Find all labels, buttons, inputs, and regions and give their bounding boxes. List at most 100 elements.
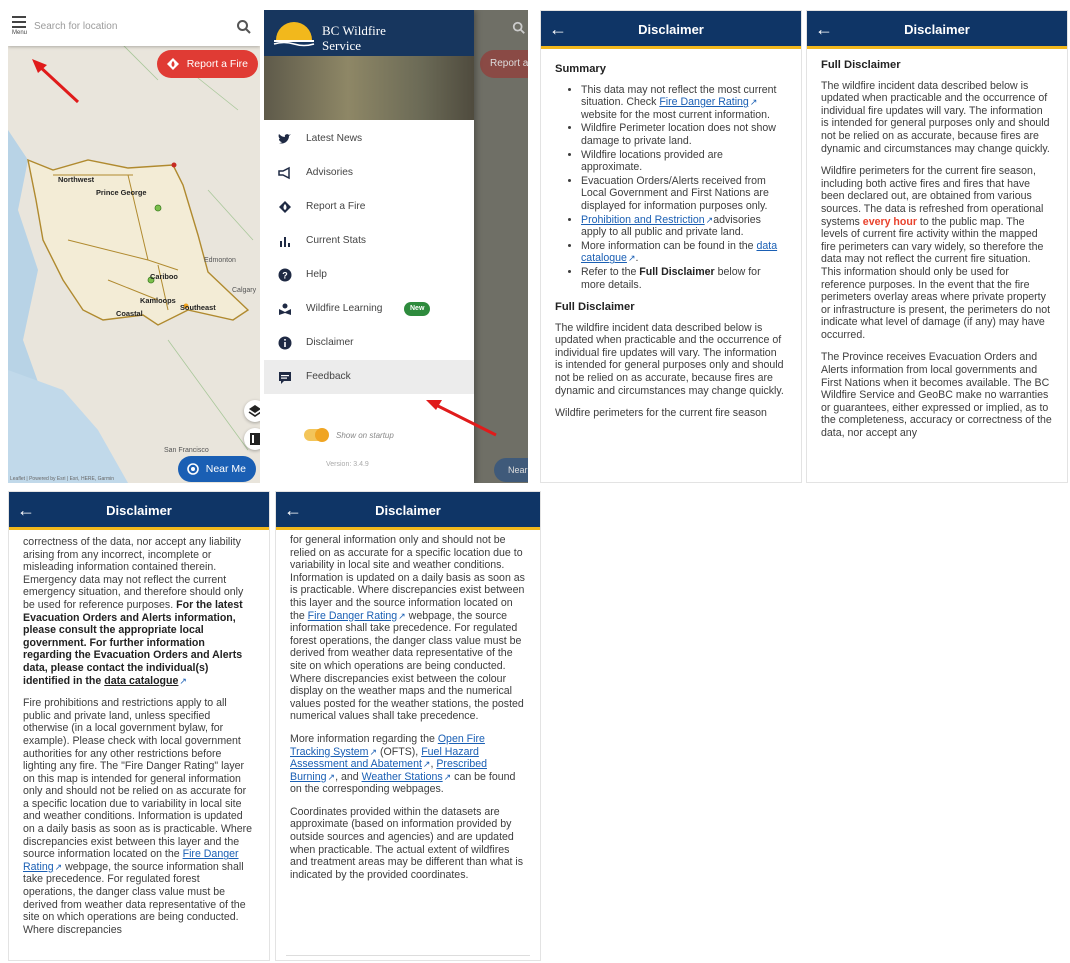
toggle-knob bbox=[315, 428, 329, 442]
external-link-icon: ↗ bbox=[327, 771, 336, 782]
data-catalogue-link[interactable]: data catalogue bbox=[104, 675, 178, 687]
text: Refer to the bbox=[581, 265, 640, 278]
map-view[interactable]: Northwest Prince George Cariboo Kamloops… bbox=[8, 10, 260, 483]
map-label: Cariboo bbox=[150, 272, 178, 281]
text: , and bbox=[335, 770, 362, 783]
near-me-label: Near Me bbox=[205, 463, 246, 475]
menu-icon bbox=[12, 16, 26, 18]
drawer-item-label: Latest News bbox=[306, 133, 363, 144]
drawer-item-feedback[interactable]: Feedback bbox=[264, 360, 474, 394]
paragraph: The Province receives Evacuation Orders … bbox=[821, 351, 1052, 440]
version-label: Version: 3.4.9 bbox=[326, 461, 369, 468]
drawer-item-wildfire-learning[interactable]: Wildfire Learning New bbox=[264, 292, 474, 326]
layers-button[interactable] bbox=[244, 400, 260, 422]
paragraph: Wildfire perimeters for the current fire… bbox=[821, 165, 1053, 341]
report-fire-button[interactable]: Report a Fire bbox=[156, 50, 258, 78]
drawer-item-report-fire[interactable]: Report a Fire bbox=[264, 190, 474, 224]
drawer-item-label: Report a Fire bbox=[306, 201, 366, 212]
map-canvas bbox=[8, 10, 260, 483]
text: webpage, the source information shall ta… bbox=[290, 609, 524, 723]
fire-danger-rating-link[interactable]: Fire Danger Rating bbox=[308, 610, 398, 622]
text: Full Disclaimer bbox=[639, 265, 715, 278]
list-item: Evacuation Orders/Alerts received from L… bbox=[581, 175, 787, 213]
search-icon[interactable] bbox=[236, 19, 252, 35]
near-me-button-dimmed: Near Me bbox=[494, 458, 528, 482]
menu-icon-line bbox=[12, 26, 26, 28]
near-me-button[interactable]: Near Me bbox=[177, 456, 256, 482]
summary-list: This data may not reflect the most curre… bbox=[555, 84, 787, 292]
list-item: This data may not reflect the most curre… bbox=[581, 84, 787, 122]
drawer-item-latest-news[interactable]: Latest News bbox=[264, 122, 474, 156]
paragraph: Fire prohibitions and restrictions apply… bbox=[23, 697, 255, 936]
paragraph: for general information only and should … bbox=[290, 534, 526, 723]
learning-icon bbox=[279, 303, 291, 315]
megaphone-icon bbox=[278, 166, 290, 180]
text: (OFTS), bbox=[377, 745, 422, 758]
external-link-icon: ↗ bbox=[369, 746, 378, 757]
map-label: Edmonton bbox=[204, 257, 236, 264]
external-link-icon: ↗ bbox=[398, 610, 406, 621]
map-label: San Francisco bbox=[164, 447, 209, 454]
app-header: ← Disclaimer bbox=[276, 492, 540, 530]
menu-button[interactable]: Menu bbox=[12, 16, 27, 36]
list-item: Wildfire locations provided are approxim… bbox=[581, 149, 787, 174]
paragraph: correctness of the data, nor accept any … bbox=[23, 536, 255, 687]
disclaimer-screen-2: ← Disclaimer Full Disclaimer The wildfir… bbox=[806, 10, 1068, 483]
text: website for the most current information… bbox=[581, 108, 771, 121]
page-title: Disclaimer bbox=[106, 503, 172, 518]
map-label: Northwest bbox=[58, 175, 95, 184]
section-heading: Full Disclaimer bbox=[821, 59, 901, 71]
paragraph: The wildfire incident data described bel… bbox=[821, 79, 1050, 155]
drawer-item-label: Advisories bbox=[306, 167, 353, 178]
list-item: Wildfire Perimeter location does not sho… bbox=[581, 122, 787, 147]
paragraph: The wildfire incident data described bel… bbox=[555, 321, 784, 397]
card-divider bbox=[286, 955, 530, 956]
drawer-item-advisories[interactable]: Advisories bbox=[264, 156, 474, 190]
prohibition-restriction-link[interactable]: Prohibition and Restriction bbox=[581, 214, 705, 226]
drawer-item-current-stats[interactable]: Current Stats bbox=[264, 224, 474, 258]
map-label: Calgary bbox=[232, 287, 257, 294]
crosshair-icon bbox=[186, 463, 199, 475]
drawer-item-disclaimer[interactable]: Disclaimer bbox=[264, 326, 474, 360]
text: webpage, the source information shall ta… bbox=[23, 860, 246, 936]
map-label: Prince George bbox=[96, 188, 147, 197]
drawer-item-help[interactable]: ? Help bbox=[264, 258, 474, 292]
header-image bbox=[264, 56, 474, 120]
disclaimer-content[interactable]: Full Disclaimer The wildfire incident da… bbox=[807, 49, 1067, 482]
search-bar[interactable]: Menu Search for location bbox=[8, 10, 260, 46]
text: to the public map. The levels of current… bbox=[821, 215, 1051, 341]
external-link-icon: ↗ bbox=[749, 97, 758, 108]
fire-danger-rating-link[interactable]: Fire Danger Rating bbox=[659, 96, 749, 108]
bold-text: For the latest Evacuation Orders and Ale… bbox=[23, 598, 243, 687]
search-input[interactable]: Search for location bbox=[34, 21, 117, 32]
page-title: Disclaimer bbox=[638, 22, 704, 37]
info-icon bbox=[278, 336, 292, 350]
dimmed-map-overlay[interactable]: Report a Fire Near Me bbox=[474, 10, 528, 483]
brand-subtitle: Service bbox=[322, 38, 361, 53]
drawer-item-label: Current Stats bbox=[306, 235, 367, 246]
drawer-item-label: Wildfire Learning bbox=[306, 303, 383, 314]
search-icon bbox=[512, 21, 525, 34]
paragraph: More information regarding the Open Fire… bbox=[290, 733, 526, 796]
disclaimer-content[interactable]: Summary This data may not reflect the mo… bbox=[541, 49, 801, 482]
help-icon: ? bbox=[278, 268, 292, 282]
list-item: More information can be found in the dat… bbox=[581, 240, 787, 265]
disclaimer-content[interactable]: for general information only and should … bbox=[276, 530, 540, 960]
navigation-drawer: BC Wildfire Service Latest News Advisori… bbox=[264, 10, 474, 483]
legend-button[interactable] bbox=[244, 428, 260, 450]
text: for general information only and should … bbox=[290, 534, 525, 622]
text: More information can be found in the bbox=[581, 239, 757, 252]
map-attribution[interactable]: Leaflet | Powered by Esri | Esri, HERE, … bbox=[10, 476, 114, 482]
report-fire-label: Report a Fire bbox=[186, 58, 248, 70]
drawer-item-label: Help bbox=[306, 269, 327, 280]
text: Fire prohibitions and restrictions apply… bbox=[23, 697, 253, 861]
book-icon bbox=[250, 433, 260, 445]
disclaimer-screen-1: ← Disclaimer Summary This data may not r… bbox=[540, 10, 802, 483]
map-label: Southeast bbox=[180, 303, 216, 312]
page-title: Disclaimer bbox=[904, 22, 970, 37]
disclaimer-content[interactable]: correctness of the data, nor accept any … bbox=[9, 530, 269, 960]
weather-stations-link[interactable]: Weather Stations bbox=[362, 771, 443, 783]
show-on-startup-toggle[interactable] bbox=[304, 428, 329, 442]
map-screen: Northwest Prince George Cariboo Kamloops… bbox=[8, 10, 260, 483]
app-header: ← Disclaimer bbox=[9, 492, 269, 530]
